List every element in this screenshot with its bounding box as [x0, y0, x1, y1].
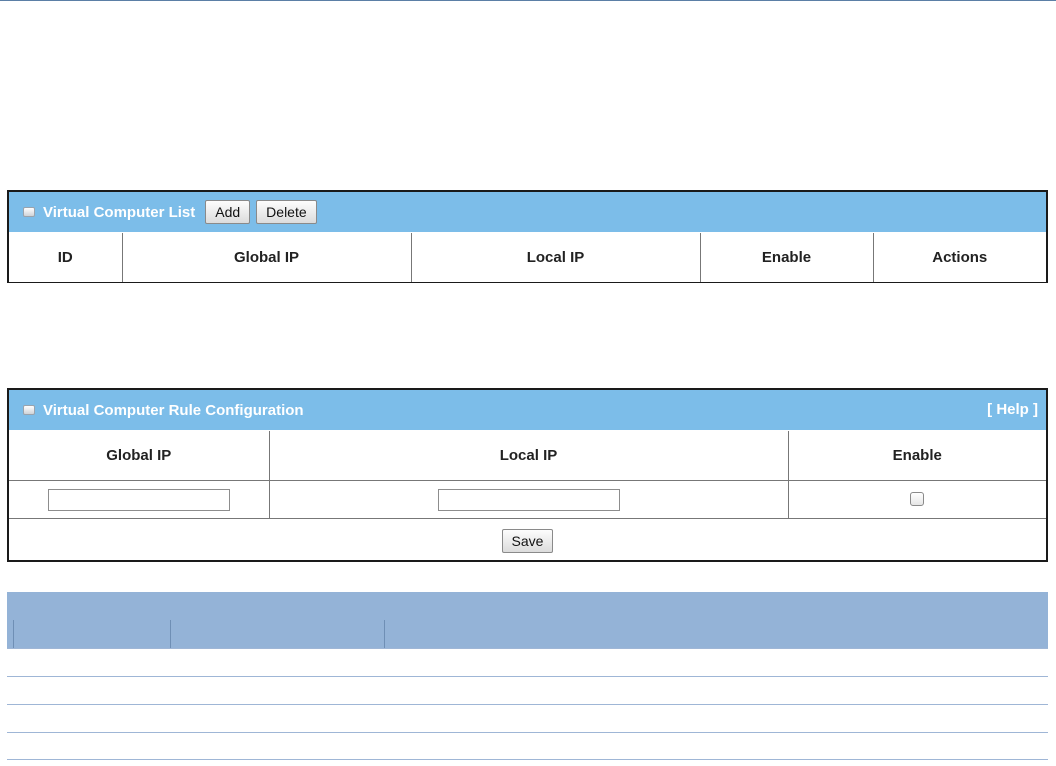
column-header-local-ip: Local IP	[268, 430, 788, 481]
virtual-computer-rule-header: Virtual Computer Rule Configuration [ He…	[9, 390, 1046, 430]
virtual-computer-list-panel: Virtual Computer List Add Delete ID Glob…	[7, 190, 1048, 283]
virtual-computer-list-header: Virtual Computer List Add Delete	[9, 192, 1046, 232]
enable-checkbox[interactable]	[910, 492, 925, 507]
column-header-actions: Actions	[872, 232, 1046, 282]
table-row	[7, 648, 1048, 676]
column-divider	[384, 620, 385, 648]
column-header-global-ip: Global IP	[121, 232, 411, 282]
local-ip-cell	[268, 480, 788, 519]
column-divider	[170, 620, 171, 648]
save-row: Save	[9, 518, 1046, 562]
collapse-bullet-icon	[23, 405, 35, 415]
column-header-local-ip: Local IP	[410, 232, 700, 282]
global-ip-cell	[9, 480, 269, 519]
table-row	[7, 732, 1048, 760]
virtual-computer-rule-panel: Virtual Computer Rule Configuration [ He…	[7, 388, 1048, 562]
column-header-enable: Enable	[787, 430, 1046, 481]
collapse-bullet-icon	[23, 207, 35, 217]
add-button[interactable]: Add	[205, 200, 251, 224]
panel-title: Virtual Computer Rule Configuration	[43, 401, 304, 419]
panel-title: Virtual Computer List	[43, 203, 196, 221]
column-header-enable: Enable	[699, 232, 873, 282]
column-header-global-ip: Global IP	[9, 430, 269, 481]
save-cell: Save	[9, 518, 1046, 562]
table-header-row: ID Global IP Local IP Enable Actions	[9, 232, 1046, 282]
column-divider	[13, 620, 14, 648]
global-ip-input[interactable]	[47, 488, 230, 511]
save-button[interactable]: Save	[501, 528, 554, 553]
table-row	[7, 704, 1048, 732]
column-header-id: ID	[9, 232, 122, 282]
help-link[interactable]: [ Help ]	[987, 401, 1038, 418]
delete-button[interactable]: Delete	[256, 200, 317, 224]
table-row	[7, 676, 1048, 704]
top-divider	[0, 0, 1056, 1]
virtual-computer-list-table: ID Global IP Local IP Enable Actions	[9, 232, 1046, 282]
table-header-row: Global IP Local IP Enable	[9, 430, 1046, 481]
virtual-computer-rule-table: Global IP Local IP Enable Save	[9, 430, 1046, 562]
local-ip-input[interactable]	[437, 488, 620, 511]
parameter-table-header	[7, 592, 1048, 648]
rule-input-row	[9, 480, 1046, 519]
enable-cell	[787, 480, 1046, 519]
parameter-table	[7, 592, 1048, 760]
